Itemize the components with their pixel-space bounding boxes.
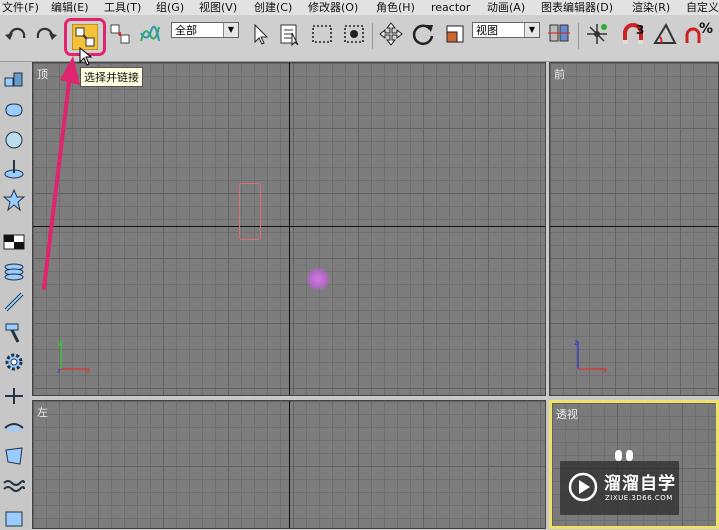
- viewport-label-front[interactable]: 前: [554, 66, 565, 82]
- menu-group[interactable]: 组(G): [156, 0, 184, 15]
- object-blob: [626, 450, 633, 461]
- menu-customize[interactable]: 自定义: [686, 0, 719, 15]
- reference-coordinate-value: 视图: [476, 24, 498, 37]
- undo-icon[interactable]: [3, 21, 29, 47]
- select-and-scale-icon[interactable]: [442, 21, 468, 47]
- select-and-move-icon[interactable]: [378, 21, 404, 47]
- viewport-top[interactable]: 顶 y z x: [32, 62, 546, 396]
- select-by-name-icon[interactable]: [277, 21, 303, 47]
- annotation-arrow: [42, 56, 80, 290]
- hammer-icon[interactable]: [2, 320, 26, 344]
- crate-icon[interactable]: [2, 506, 26, 530]
- watermark-url: ZIXUE.3D66.COM: [605, 494, 673, 502]
- viewport-front[interactable]: 前 z x: [549, 62, 719, 396]
- menu-rendering[interactable]: 渲染(R): [632, 0, 670, 15]
- menu-create[interactable]: 创建(C): [254, 0, 292, 15]
- axis-tripod-icon: y z x: [57, 338, 90, 375]
- menu-graph-editors[interactable]: 图表编辑器(D): [541, 0, 613, 15]
- menu-animation[interactable]: 动画(A): [487, 0, 525, 15]
- checker-material-icon[interactable]: [2, 230, 26, 254]
- pivot-center-icon[interactable]: [546, 21, 572, 47]
- dropdown-arrow-icon: ▼: [223, 23, 238, 37]
- svg-text:y: y: [57, 338, 62, 347]
- menu-reactor[interactable]: reactor: [431, 0, 470, 15]
- play-logo-icon: [568, 472, 598, 502]
- percent-snap-label: %: [699, 21, 714, 37]
- menu-tools[interactable]: 工具(T): [104, 0, 141, 15]
- unlink-selection-icon[interactable]: [107, 21, 133, 47]
- reference-coordinate-dropdown[interactable]: 视图 ▼: [472, 22, 540, 38]
- svg-text:z: z: [574, 338, 578, 347]
- layers-icon[interactable]: [2, 260, 26, 284]
- pin-icon[interactable]: [2, 384, 26, 408]
- select-object-icon[interactable]: [247, 21, 273, 47]
- box-object[interactable]: [239, 183, 261, 240]
- svg-text:x: x: [603, 367, 607, 375]
- svg-text:z: z: [57, 367, 61, 375]
- create-boxes-icon[interactable]: [2, 68, 26, 92]
- left-command-bar: [0, 62, 30, 529]
- watermark-title: 溜溜自学: [604, 474, 676, 494]
- sphere-object[interactable]: [306, 267, 330, 291]
- gear-icon[interactable]: [2, 350, 26, 374]
- viewport-label-left[interactable]: 左: [37, 404, 48, 420]
- menu-character[interactable]: 角色(H): [376, 0, 415, 15]
- snap-label: 3: [636, 23, 645, 37]
- viewport-left[interactable]: 左: [32, 400, 546, 529]
- menu-file[interactable]: 文件(F): [2, 0, 39, 15]
- menu-edit[interactable]: 编辑(E): [51, 0, 89, 15]
- menu-modifiers[interactable]: 修改器(O): [308, 0, 358, 15]
- world-axis-horizontal: [550, 226, 718, 227]
- world-axis-vertical: [289, 401, 290, 528]
- star-shape-icon[interactable]: [2, 188, 26, 212]
- torus-knot-icon[interactable]: [2, 158, 26, 182]
- watermark: 溜溜自学 ZIXUE.3D66.COM: [560, 461, 679, 515]
- cloth-icon[interactable]: [2, 444, 26, 468]
- dropdown-arrow-icon: ▼: [524, 23, 539, 37]
- brush-icon[interactable]: [2, 290, 26, 314]
- selection-filter-value: 全部: [175, 24, 197, 37]
- bind-to-space-warp-icon[interactable]: [137, 21, 163, 47]
- svg-text:x: x: [86, 367, 90, 375]
- window-crossing-icon[interactable]: [341, 21, 367, 47]
- viewport-label-perspective[interactable]: 透视: [556, 406, 578, 422]
- menu-views[interactable]: 视图(V): [199, 0, 237, 15]
- teapot-icon[interactable]: [2, 98, 26, 122]
- rectangular-selection-region-icon[interactable]: [309, 21, 335, 47]
- waves-icon[interactable]: [2, 474, 26, 498]
- spray-icon[interactable]: [2, 414, 26, 438]
- sphere-icon[interactable]: [2, 128, 26, 152]
- main-toolbar: 全部 ▼ 视图 ▼ 3 %: [0, 15, 719, 62]
- select-and-rotate-icon[interactable]: [410, 21, 436, 47]
- menu-bar: 文件(F) 编辑(E) 工具(T) 组(G) 视图(V) 创建(C) 修改器(O…: [0, 0, 719, 15]
- selection-filter-dropdown[interactable]: 全部 ▼: [171, 22, 239, 38]
- tooltip: 选择并链接: [80, 67, 143, 87]
- redo-icon[interactable]: [33, 21, 59, 47]
- world-axis-vertical: [289, 63, 290, 395]
- object-blob: [615, 450, 622, 461]
- axis-tripod-icon: z x: [574, 338, 607, 375]
- angle-snap-icon[interactable]: [652, 21, 678, 47]
- select-and-manipulate-icon[interactable]: [584, 21, 610, 47]
